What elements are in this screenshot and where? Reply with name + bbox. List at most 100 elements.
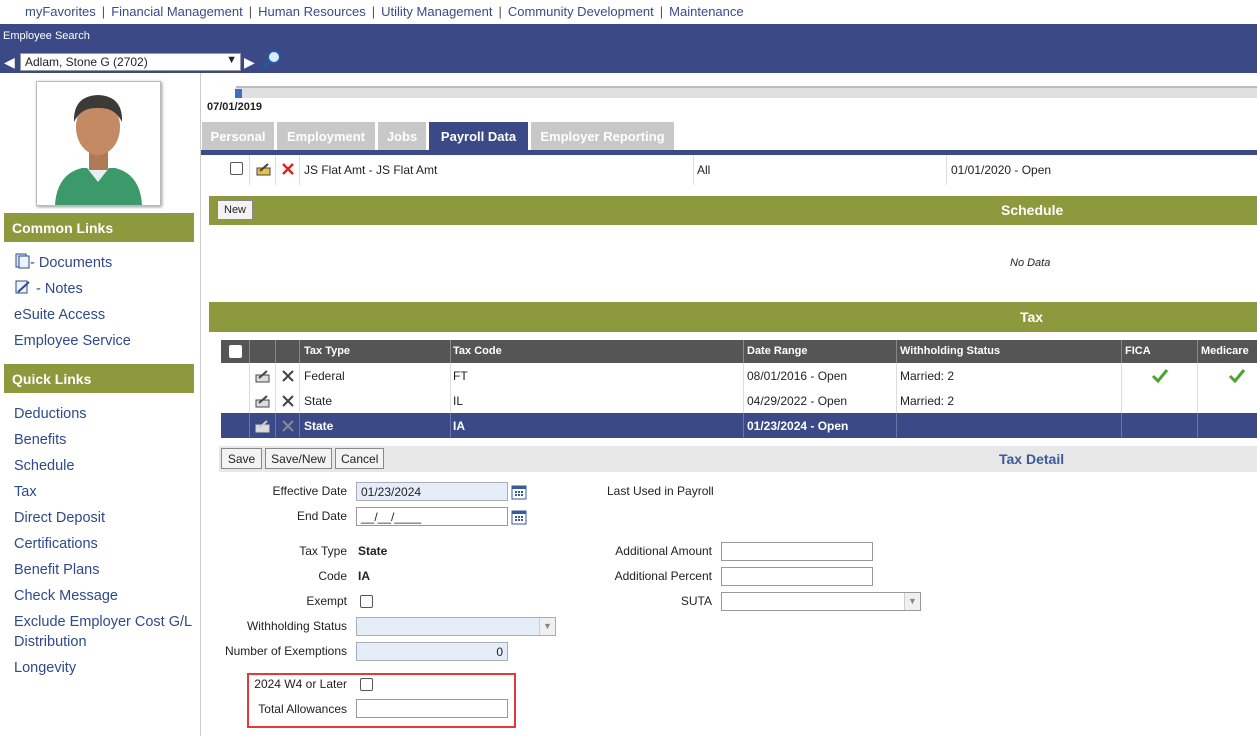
edit-icon[interactable]: [256, 162, 272, 176]
nav-myfavorites[interactable]: myFavorites: [25, 4, 96, 19]
quick-link-schedule[interactable]: Schedule: [14, 456, 199, 476]
tab-employment[interactable]: Employment: [277, 122, 375, 151]
tab-employer-reporting[interactable]: Employer Reporting: [531, 122, 674, 151]
tax-title: Tax: [1020, 309, 1044, 325]
deduction-row-checkbox[interactable]: [230, 162, 243, 175]
employee-search-bar: Employee Search ◀ Adlam, Stone G (2702) ▼…: [0, 24, 1257, 73]
delete-icon[interactable]: [281, 369, 295, 383]
calendar-icon[interactable]: [511, 509, 527, 525]
tax-table-header: Tax Type Tax Code Date Range Withholding…: [221, 340, 1257, 363]
end-date-input[interactable]: __/__/____: [356, 507, 508, 526]
tax-detail-toolbar: Save Save/New Cancel Tax Detail: [219, 446, 1257, 472]
quick-link-exclude-employer-cost[interactable]: Exclude Employer Cost G/L Distribution: [14, 612, 199, 652]
quick-link-direct-deposit[interactable]: Direct Deposit: [14, 508, 199, 528]
timeline-handle[interactable]: [235, 89, 242, 98]
code-value: IA: [358, 569, 370, 583]
tax-code-cell: IL: [453, 394, 464, 408]
schedule-header: New Schedule: [209, 196, 1257, 225]
nav-utility-management[interactable]: Utility Management: [381, 4, 492, 19]
notes-icon: [15, 280, 30, 294]
table-row[interactable]: State IL 04/29/2022 - Open Married: 2: [221, 388, 1257, 413]
cancel-button[interactable]: Cancel: [335, 448, 384, 469]
withholding-status-field-label: Withholding Status: [246, 619, 347, 633]
tax-select-all-checkbox[interactable]: [229, 345, 242, 358]
quick-link-check-message[interactable]: Check Message: [14, 586, 199, 606]
withholding-status-cell: Married: 2: [900, 394, 955, 408]
notes-link[interactable]: - Notes: [14, 279, 199, 299]
quick-link-benefit-plans[interactable]: Benefit Plans: [14, 560, 199, 580]
documents-link[interactable]: - Documents: [14, 253, 199, 273]
delete-icon[interactable]: [281, 394, 295, 408]
col-withholding-status[interactable]: Withholding Status: [900, 345, 1000, 357]
new-schedule-button[interactable]: New: [217, 200, 254, 220]
additional-percent-label: Additional Percent: [614, 569, 712, 583]
deduction-name: JS Flat Amt - JS Flat Amt: [304, 163, 438, 177]
suta-label: SUTA: [680, 594, 712, 608]
quick-link-certifications[interactable]: Certifications: [14, 534, 199, 554]
effective-date-input[interactable]: 01/23/2024: [356, 482, 508, 501]
end-date-field-label: End Date: [296, 509, 347, 523]
delete-icon[interactable]: [281, 419, 295, 433]
nav-human-resources[interactable]: Human Resources: [258, 4, 366, 19]
tax-type-cell: Federal: [304, 369, 345, 383]
col-tax-type[interactable]: Tax Type: [304, 345, 350, 357]
checkmark-icon: [1151, 369, 1169, 384]
documents-icon: [15, 253, 30, 269]
tab-personal[interactable]: Personal: [202, 122, 274, 151]
common-links-header: Common Links: [4, 213, 194, 242]
tax-type-field-label: Tax Type: [299, 544, 347, 558]
timeline-slider[interactable]: [235, 86, 1257, 98]
date-range-cell: 01/23/2024 - Open: [747, 419, 849, 433]
chevron-down-icon: ▼: [904, 593, 920, 610]
total-allowances-input[interactable]: [356, 699, 508, 718]
deduction-row: JS Flat Amt - JS Flat Amt All 01/01/2020…: [221, 155, 1257, 185]
tax-type-cell: State: [304, 394, 333, 408]
exemptions-input[interactable]: 0: [356, 642, 508, 661]
col-date-range[interactable]: Date Range: [747, 345, 808, 357]
table-row-selected[interactable]: State IA 01/23/2024 - Open: [221, 413, 1257, 438]
w4-checkbox[interactable]: [360, 678, 373, 691]
nav-community-development[interactable]: Community Development: [508, 4, 654, 19]
col-tax-code[interactable]: Tax Code: [453, 345, 502, 357]
save-button[interactable]: Save: [221, 448, 262, 469]
nav-maintenance[interactable]: Maintenance: [669, 4, 743, 19]
chevron-down-icon: ▼: [539, 618, 555, 635]
tab-payroll-data[interactable]: Payroll Data: [429, 122, 528, 151]
delete-icon[interactable]: [281, 162, 295, 176]
arrow-left-icon[interactable]: ◀: [4, 54, 15, 71]
quick-links-header: Quick Links: [4, 364, 194, 393]
quick-link-tax[interactable]: Tax: [14, 482, 199, 502]
edit-icon[interactable]: [255, 369, 271, 383]
col-medicare[interactable]: Medicare: [1201, 345, 1249, 357]
table-row[interactable]: Federal FT 08/01/2016 - Open Married: 2: [221, 363, 1257, 388]
suta-select[interactable]: ▼: [721, 592, 921, 611]
additional-amount-input[interactable]: [721, 542, 873, 561]
effective-date-field-label: Effective Date: [272, 484, 347, 498]
effective-date-label: 07/01/2019: [207, 101, 263, 113]
schedule-empty-text: No Data: [1010, 257, 1051, 269]
quick-link-longevity[interactable]: Longevity: [14, 658, 199, 678]
nav-financial-management[interactable]: Financial Management: [111, 4, 243, 19]
quick-link-benefits[interactable]: Benefits: [14, 430, 199, 450]
esuite-access-link[interactable]: eSuite Access: [14, 305, 199, 325]
employee-service-link[interactable]: Employee Service: [14, 331, 199, 351]
save-new-button[interactable]: Save/New: [265, 448, 332, 469]
col-fica[interactable]: FICA: [1125, 345, 1151, 357]
withholding-status-select[interactable]: ▼: [356, 617, 556, 636]
exempt-checkbox[interactable]: [360, 595, 373, 608]
last-used-label: Last Used in Payroll: [607, 484, 714, 498]
magnifier-icon[interactable]: [260, 49, 282, 71]
additional-amount-label: Additional Amount: [615, 544, 712, 558]
edit-icon[interactable]: [255, 394, 271, 408]
employee-select[interactable]: Adlam, Stone G (2702) ▼: [20, 53, 241, 71]
deduction-scope: All: [697, 163, 711, 177]
employee-search-label: Employee Search: [3, 30, 90, 42]
calendar-icon[interactable]: [511, 484, 527, 500]
tax-type-cell: State: [304, 419, 334, 433]
arrow-right-icon[interactable]: ▶: [244, 54, 255, 71]
additional-percent-input[interactable]: [721, 567, 873, 586]
edit-icon[interactable]: [255, 419, 271, 433]
tab-jobs[interactable]: Jobs: [378, 122, 426, 151]
tax-detail-title: Tax Detail: [999, 451, 1065, 467]
quick-link-deductions[interactable]: Deductions: [14, 404, 199, 424]
